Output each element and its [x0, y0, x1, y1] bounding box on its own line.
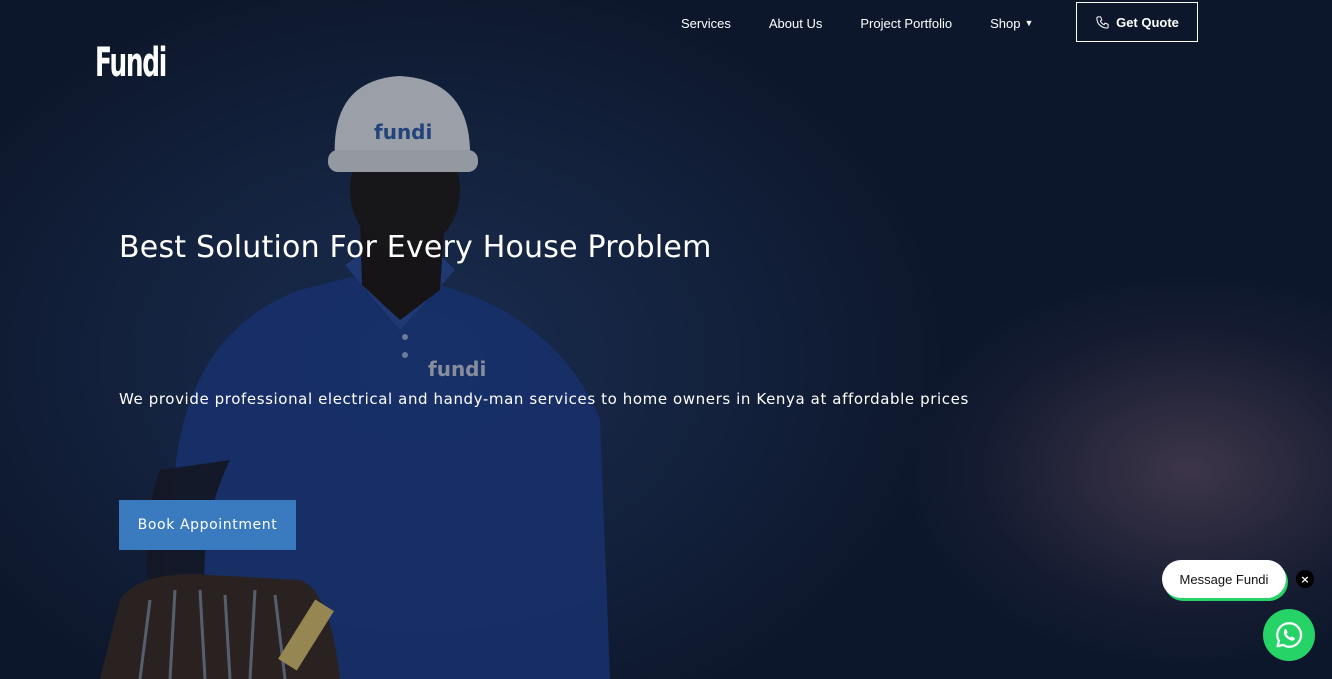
hero-worker-image: fundi fundi [0, 0, 1332, 679]
nav-services[interactable]: Services [681, 16, 731, 31]
nav-project-portfolio[interactable]: Project Portfolio [860, 16, 952, 31]
whatsapp-icon [1276, 622, 1303, 648]
get-quote-button[interactable]: Get Quote [1076, 2, 1198, 42]
book-appointment-button[interactable]: Book Appointment [119, 500, 296, 550]
hero-title: Best Solution For Every House Problem [119, 230, 712, 265]
nav-about-us[interactable]: About Us [769, 16, 822, 31]
phone-icon [1096, 15, 1109, 29]
fundi-logo[interactable]: Fundi [95, 40, 167, 86]
message-fundi-bubble[interactable]: Message Fundi [1162, 560, 1286, 598]
page: fundi fundi Fundi Services About Us Proj… [0, 0, 1332, 679]
caret-down-icon: ▼ [1024, 18, 1034, 28]
get-quote-label: Get Quote [1116, 14, 1179, 30]
main-nav: Services About Us Project Portfolio Shop… [662, 0, 1052, 46]
nav-shop[interactable]: Shop ▼ [990, 16, 1033, 31]
nav-shop-label: Shop [990, 15, 1021, 31]
whatsapp-button[interactable] [1263, 609, 1315, 661]
close-icon[interactable]: × [1296, 570, 1314, 588]
hero-subtitle: We provide professional electrical and h… [119, 390, 969, 408]
